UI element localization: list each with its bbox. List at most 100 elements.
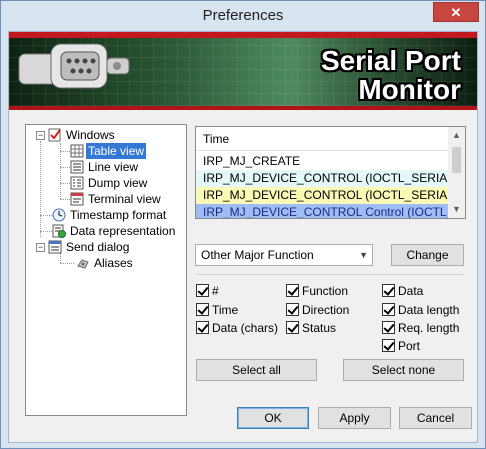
product-banner: Serial Port Monitor: [9, 32, 477, 110]
tree-line: [60, 199, 70, 200]
column-checkbox-time[interactable]: Time: [196, 302, 238, 318]
tree-item-timestamp-format[interactable]: Timestamp format: [52, 207, 168, 223]
function-select-value: Other Major Function: [201, 248, 314, 262]
scroll-down-icon[interactable]: ▼: [448, 201, 465, 218]
tree-item-table-view[interactable]: Table view: [70, 143, 147, 159]
preferences-dialog: Preferences ✕ Serial Port Monitor − Wind…: [0, 0, 486, 449]
tree-label-table-view: Table view: [86, 143, 147, 159]
window-title: Preferences: [202, 7, 284, 24]
scroll-thumb[interactable]: [452, 147, 461, 173]
windows-collapse-toggle[interactable]: −: [36, 131, 45, 140]
checkbox-checked[interactable]: [196, 321, 209, 334]
tree-item-send-dialog[interactable]: Send dialog: [48, 239, 131, 255]
data-representation-icon: [52, 224, 66, 238]
dump-icon: [70, 176, 84, 190]
tree-label-aliases: Aliases: [94, 256, 133, 270]
tree-item-terminal-view[interactable]: Terminal view: [70, 191, 163, 207]
select-none-button[interactable]: Select none: [343, 359, 464, 381]
tree-line: [40, 215, 52, 216]
divider: [195, 274, 464, 275]
tree-label-data-representation: Data representation: [70, 224, 176, 238]
checkbox-checked[interactable]: [382, 339, 395, 352]
product-name-line1: Serial Port: [320, 45, 461, 76]
tree-line: [60, 263, 74, 264]
tree-label-windows: Windows: [66, 128, 115, 142]
chevron-down-icon[interactable]: ▼: [359, 245, 368, 265]
column-checkbox-direction[interactable]: Direction: [286, 302, 349, 318]
send-dialog-collapse-toggle[interactable]: −: [36, 243, 45, 252]
product-name-line2: Monitor: [358, 74, 461, 105]
tree-item-data-representation[interactable]: Data representation: [52, 223, 177, 239]
checkbox-checked[interactable]: [286, 303, 299, 316]
tree-label-line-view: Line view: [88, 160, 139, 174]
ok-button[interactable]: OK: [237, 407, 309, 429]
column-preview-list[interactable]: Time IRP_MJ_CREATE IRP_MJ_DEVICE_CONTROL…: [195, 126, 466, 219]
lines-icon: [70, 160, 84, 174]
checkbox-checked[interactable]: [382, 303, 395, 316]
column-checkbox-number[interactable]: #: [196, 283, 219, 299]
checkbox-label: Req. length: [398, 321, 460, 335]
settings-tree[interactable]: − Windows Table view Line view Dump view…: [25, 124, 187, 416]
checkbox-label: Data: [398, 284, 424, 298]
select-all-button[interactable]: Select all: [196, 359, 317, 381]
checkbox-label: Data (chars): [212, 321, 279, 335]
checkbox-label: Function: [302, 284, 349, 298]
clock-icon: [52, 208, 66, 222]
tree-line: [60, 183, 70, 184]
tree-item-windows[interactable]: Windows: [48, 127, 117, 143]
change-button[interactable]: Change: [391, 244, 464, 266]
list-header-time[interactable]: Time: [196, 127, 449, 151]
column-checkbox-data-chars[interactable]: Data (chars): [196, 320, 278, 336]
column-checkbox-req-length[interactable]: Req. length: [382, 320, 459, 336]
terminal-icon: [70, 192, 84, 206]
tree-line: [60, 167, 70, 168]
tree-label-timestamp-format: Timestamp format: [70, 208, 167, 222]
tree-line: [40, 231, 52, 232]
tree-line: [60, 151, 70, 152]
table-icon: [70, 144, 84, 158]
column-checkbox-status[interactable]: Status: [286, 320, 336, 336]
checklist-icon: [48, 128, 61, 142]
function-select[interactable]: Other Major Function ▼: [195, 244, 373, 266]
send-dialog-icon: [48, 240, 62, 254]
checkbox-checked[interactable]: [382, 321, 395, 334]
aliases-icon: [77, 259, 89, 269]
title-bar[interactable]: Preferences ✕: [1, 1, 485, 31]
tree-line: [40, 141, 41, 237]
cancel-button[interactable]: Cancel: [399, 407, 472, 429]
apply-button[interactable]: Apply: [318, 407, 391, 429]
list-item[interactable]: IRP_MJ_CREATE: [196, 153, 449, 170]
column-checkbox-data[interactable]: Data: [382, 283, 423, 299]
tree-item-line-view[interactable]: Line view: [70, 159, 140, 175]
tree-item-dump-view[interactable]: Dump view: [70, 175, 149, 191]
banner-bottom-stripe: [9, 106, 477, 110]
list-item[interactable]: IRP_MJ_DEVICE_CONTROL Control (IOCTL_SER…: [196, 204, 449, 218]
tree-item-aliases[interactable]: Aliases: [76, 255, 135, 271]
column-checkbox-port[interactable]: Port: [382, 338, 420, 354]
checkbox-label: #: [212, 284, 219, 298]
tree-label-terminal-view: Terminal view: [88, 192, 161, 206]
tree-label-dump-view: Dump view: [88, 176, 148, 190]
checkbox-label: Status: [302, 321, 337, 335]
checkbox-label: Direction: [302, 303, 350, 317]
column-checkbox-data-length[interactable]: Data length: [382, 302, 459, 318]
serial-connector-icon: [18, 43, 130, 89]
vertical-scrollbar[interactable]: ▲ ▼: [448, 127, 465, 218]
tree-label-send-dialog: Send dialog: [66, 240, 130, 254]
checkbox-label: Time: [212, 303, 239, 317]
dialog-body: Serial Port Monitor − Windows Table view…: [8, 31, 478, 443]
list-item[interactable]: IRP_MJ_DEVICE_CONTROL (IOCTL_SERIAL_GET_…: [196, 170, 449, 187]
checkbox-checked[interactable]: [196, 303, 209, 316]
checkbox-checked[interactable]: [286, 321, 299, 334]
checkbox-label: Data length: [398, 303, 460, 317]
checkbox-checked[interactable]: [382, 284, 395, 297]
checkbox-checked[interactable]: [196, 284, 209, 297]
close-icon: ✕: [450, 5, 462, 20]
product-name: Serial Port Monitor: [321, 46, 461, 104]
scroll-up-icon[interactable]: ▲: [448, 127, 465, 144]
list-item[interactable]: IRP_MJ_DEVICE_CONTROL (IOCTL_SERIAL_SET_…: [196, 187, 449, 204]
close-button[interactable]: ✕: [433, 2, 479, 22]
checkbox-label: Port: [398, 339, 421, 353]
checkbox-checked[interactable]: [286, 284, 299, 297]
column-checkbox-function[interactable]: Function: [286, 283, 348, 299]
